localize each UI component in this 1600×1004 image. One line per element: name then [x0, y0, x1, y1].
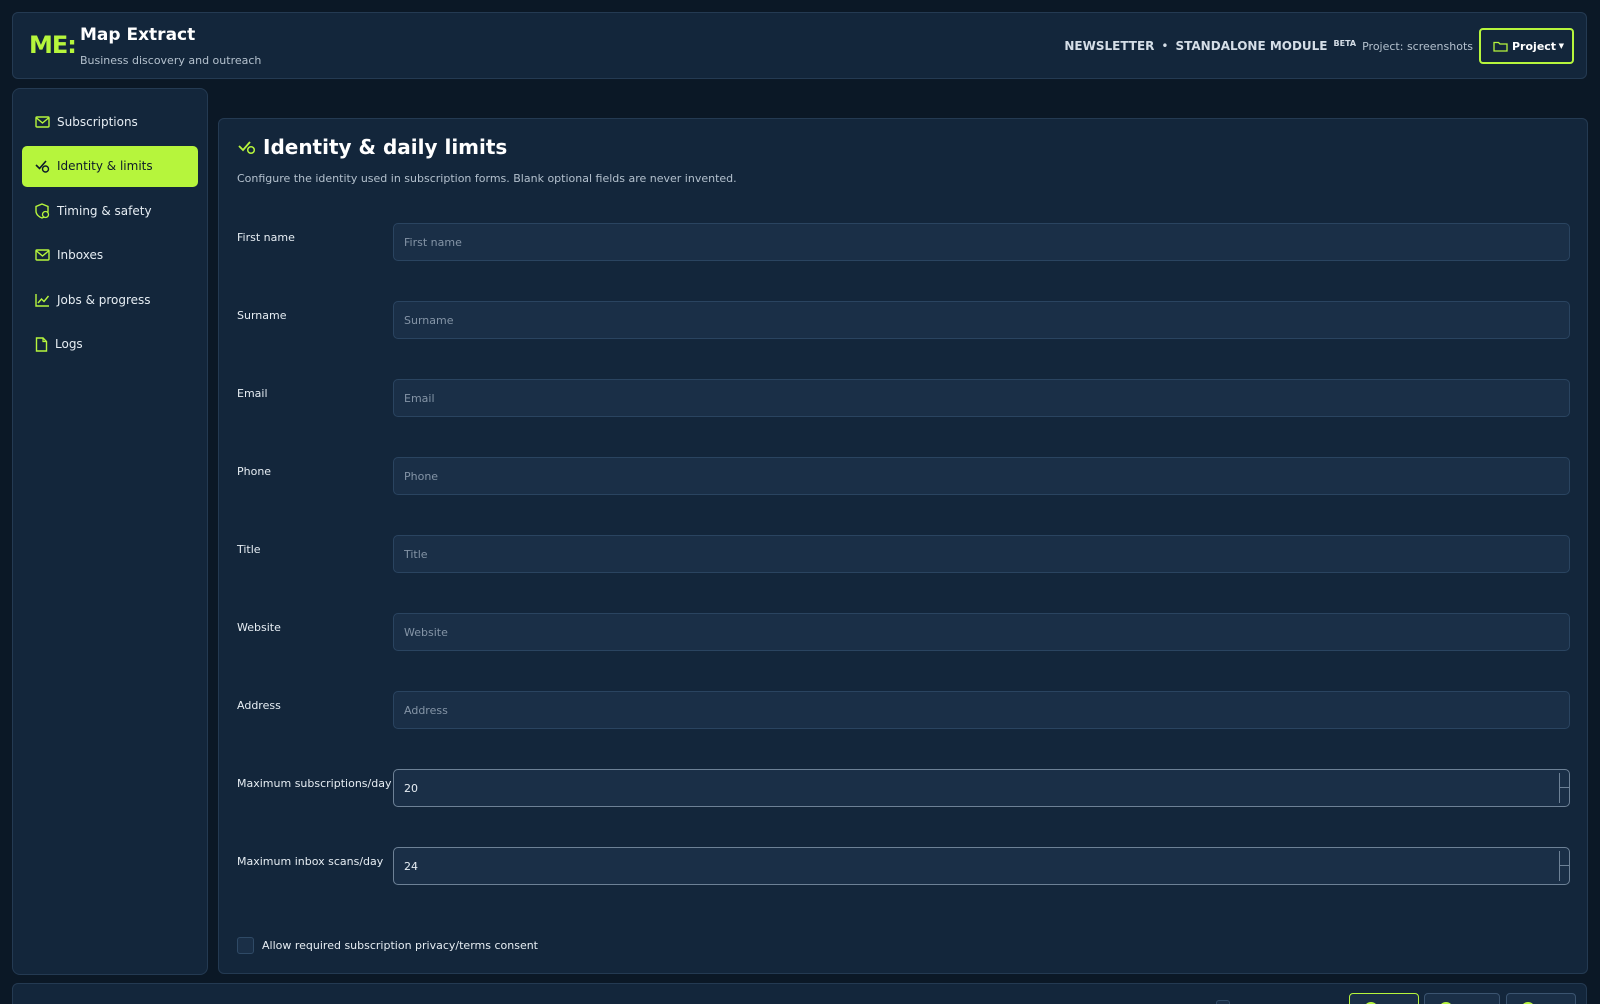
top-right-nav: NEWSLETTER • STANDALONE MODULE BETA Proj… [1064, 28, 1574, 64]
sidebar-item-label: Timing & safety [57, 203, 152, 218]
page-title-text: Identity & daily limits [263, 135, 508, 159]
bottom-action-button[interactable] [1349, 993, 1419, 1004]
project-info: Project: screenshots [1362, 39, 1473, 53]
consent-label: Allow required subscription privacy/term… [262, 939, 538, 952]
consent-checkbox[interactable] [237, 937, 254, 954]
sidebar-item-identity[interactable]: Identity & limits [22, 145, 198, 187]
sidebar-item-label: Identity & limits [57, 159, 153, 173]
bottom-action-button[interactable] [1506, 993, 1576, 1004]
email-field[interactable] [393, 379, 1570, 417]
website-label: Website [237, 621, 281, 634]
nav-newsletter[interactable]: NEWSLETTER [1064, 39, 1154, 53]
surname-label: Surname [237, 309, 287, 322]
first-name-field[interactable] [393, 223, 1570, 261]
nav-separator: • [1161, 39, 1169, 53]
max-subscriptions-field[interactable] [393, 769, 1570, 807]
project-button-label: Project [1512, 39, 1557, 53]
address-label: Address [237, 699, 281, 712]
surname-field[interactable] [393, 301, 1570, 339]
title-label: Title [237, 543, 261, 556]
page-title: Identity & daily limits [237, 135, 507, 159]
max-subscriptions-stepper[interactable] [1559, 773, 1570, 803]
sidebar-item-label: Logs [55, 337, 83, 351]
email-label: Email [237, 387, 268, 400]
sidebar-item-jobs[interactable]: Jobs & progress [22, 279, 198, 320]
chevron-down-icon: ▼ [1558, 42, 1564, 50]
address-field[interactable] [393, 691, 1570, 729]
sidebar-item-logs[interactable]: Logs [22, 324, 198, 365]
page-description: Configure the identity used in subscript… [237, 172, 737, 185]
sidebar-item-label: Subscriptions [57, 114, 138, 129]
folder-icon [1493, 41, 1508, 52]
nav-standalone-module[interactable]: STANDALONE MODULE [1176, 39, 1328, 53]
user-check-icon [238, 141, 256, 155]
bottom-checkbox[interactable] [1216, 1000, 1230, 1004]
app-title: Map Extract [80, 25, 196, 45]
title-field[interactable] [393, 535, 1570, 573]
identity-panel: Identity & daily limits Configure the id… [218, 118, 1588, 974]
sidebar-item-inboxes[interactable]: Inboxes [22, 235, 198, 276]
mail-icon [35, 115, 50, 128]
sidebar-item-label: Jobs & progress [57, 292, 151, 307]
max-inbox-scans-label: Maximum inbox scans/day [237, 855, 384, 868]
max-subscriptions-label: Maximum subscriptions/day [237, 777, 392, 790]
user-check-icon [35, 160, 50, 173]
bottom-action-bar [12, 983, 1587, 1004]
app-logo: ME: [29, 31, 77, 59]
bottom-action-button[interactable] [1424, 993, 1500, 1004]
mail-icon [35, 249, 50, 261]
phone-field[interactable] [393, 457, 1570, 495]
project-button[interactable]: Project ▼ [1479, 28, 1574, 64]
sidebar-item-subscriptions[interactable]: Subscriptions [22, 101, 198, 142]
website-field[interactable] [393, 613, 1570, 651]
app-subtitle: Business discovery and outreach [80, 54, 262, 67]
sidebar: Subscriptions Identity & limits Timing &… [12, 88, 208, 975]
top-bar: ME: Map Extract Business discovery and o… [12, 12, 1587, 79]
chart-line-icon [35, 293, 50, 307]
phone-label: Phone [237, 465, 272, 478]
max-inbox-scans-stepper[interactable] [1559, 851, 1570, 881]
file-icon [35, 336, 48, 352]
beta-badge: BETA [1333, 38, 1357, 48]
sidebar-item-timing[interactable]: Timing & safety [22, 190, 198, 231]
sidebar-item-label: Inboxes [57, 248, 104, 262]
max-inbox-scans-field[interactable] [393, 847, 1570, 885]
first-name-label: First name [237, 231, 295, 244]
consent-row: Allow required subscription privacy/term… [237, 937, 538, 954]
shield-clock-icon [35, 202, 50, 219]
